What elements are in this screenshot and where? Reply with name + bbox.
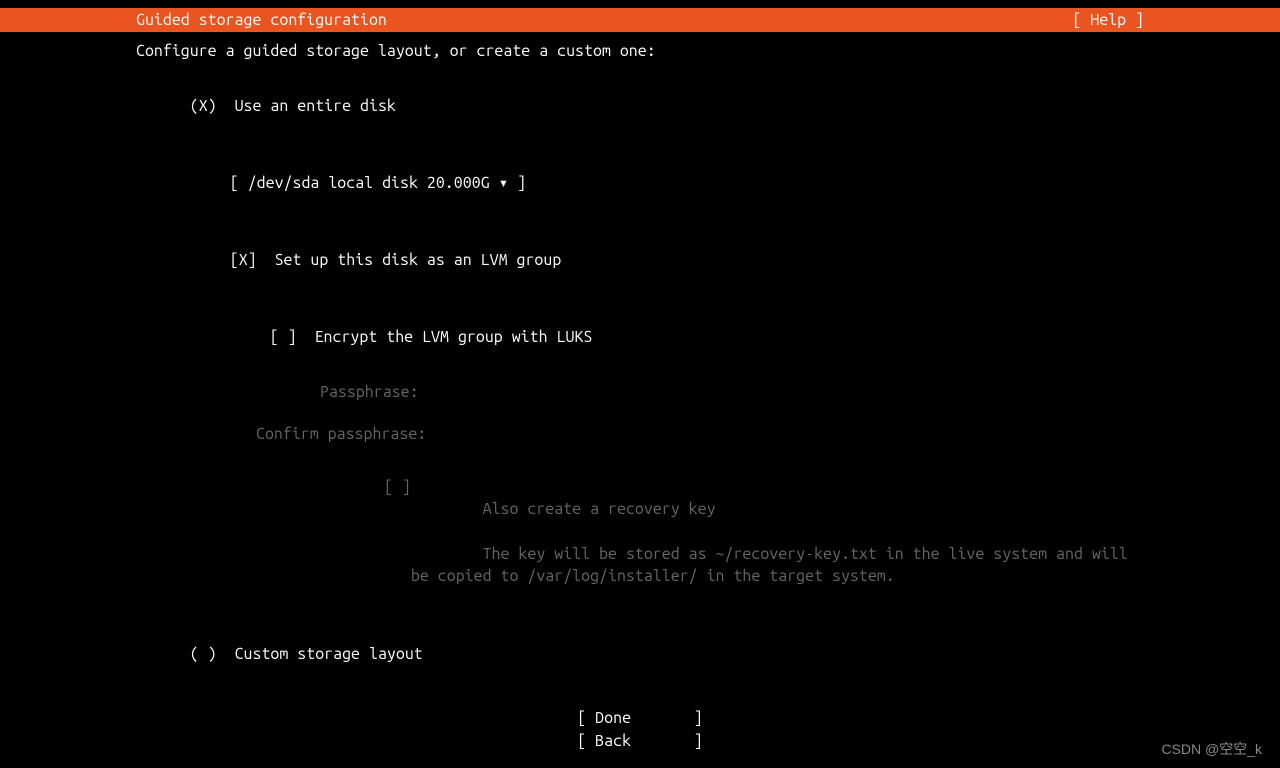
- option-lvm-label: Set up this disk as an LVM group: [275, 251, 562, 269]
- radio-custom[interactable]: ( ): [190, 645, 217, 663]
- header-bar: Guided storage configuration [ Help ]: [0, 8, 1280, 32]
- option-entire-disk-label: Use an entire disk: [235, 97, 396, 115]
- option-encrypt[interactable]: [ ] Encrypt the LVM group with LUKS: [136, 304, 1144, 371]
- confirm-passphrase-label: Confirm passphrase:: [136, 423, 1144, 445]
- back-button[interactable]: [ Back ]: [0, 730, 1280, 752]
- help-button[interactable]: [ Help ]: [1072, 9, 1144, 31]
- recovery-title: Also create a recovery key: [483, 500, 716, 518]
- intro-text: Configure a guided storage layout, or cr…: [136, 40, 1144, 62]
- option-custom-label: Custom storage layout: [235, 645, 423, 663]
- disk-select[interactable]: [ /dev/sda local disk 20.000G ▾ ]: [136, 150, 1144, 217]
- recovery-desc: The key will be stored as ~/recovery-key…: [411, 545, 1137, 585]
- option-custom[interactable]: ( ) Custom storage layout: [136, 620, 1144, 687]
- footer-buttons: [ Done ] [ Back ]: [0, 707, 1280, 752]
- option-entire-disk[interactable]: (X) Use an entire disk: [136, 72, 1144, 139]
- chevron-down-icon: ▾: [499, 172, 509, 194]
- option-encrypt-label: Encrypt the LVM group with LUKS: [315, 328, 593, 346]
- disk-select-open: [: [230, 174, 248, 192]
- radio-entire-disk[interactable]: (X): [190, 97, 217, 115]
- passphrase-label: Passphrase:: [136, 381, 1144, 403]
- content-area: Configure a guided storage layout, or cr…: [0, 32, 1280, 687]
- watermark: CSDN @空空_k: [1161, 740, 1262, 760]
- option-recovery: [ ] Also create a recovery key The key w…: [136, 476, 1144, 610]
- option-lvm[interactable]: [X] Set up this disk as an LVM group: [136, 227, 1144, 294]
- checkbox-encrypt[interactable]: [ ]: [270, 328, 297, 346]
- page-title: Guided storage configuration: [136, 9, 387, 31]
- checkbox-lvm[interactable]: [X]: [230, 251, 257, 269]
- disk-select-value: /dev/sda local disk 20.000G: [248, 174, 490, 192]
- done-button[interactable]: [ Done ]: [0, 707, 1280, 729]
- checkbox-recovery: [ ]: [384, 476, 411, 610]
- disk-select-close: ]: [508, 174, 526, 192]
